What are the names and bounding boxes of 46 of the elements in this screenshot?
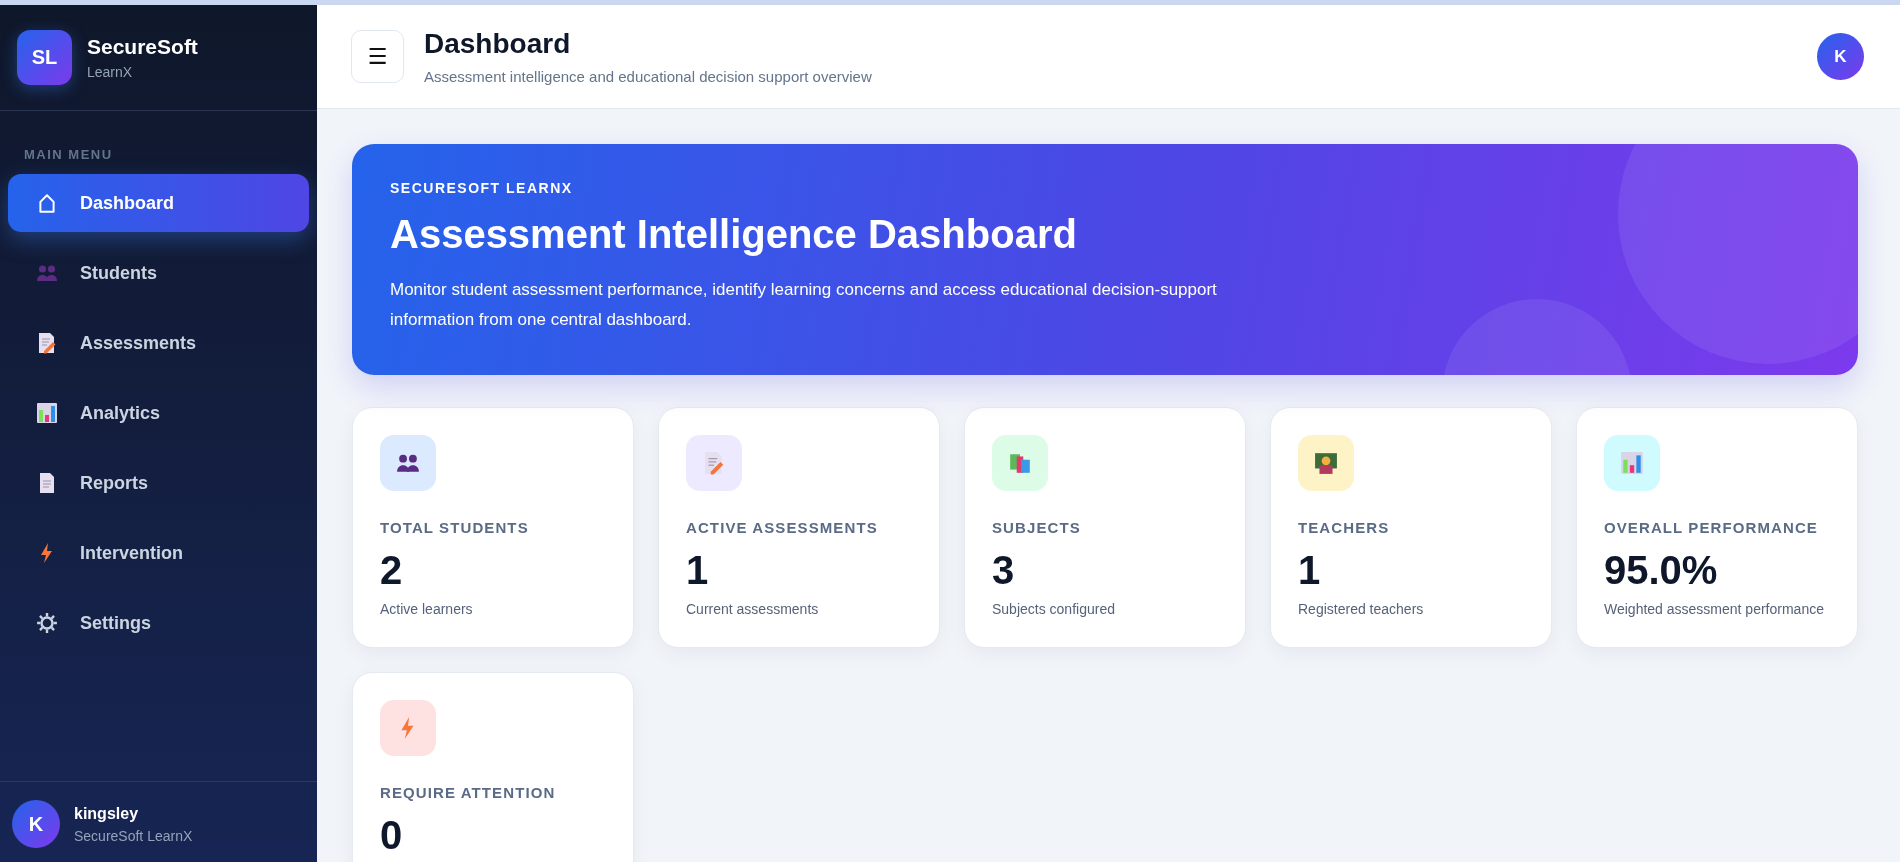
logo-badge: SL bbox=[17, 30, 72, 85]
menu-button[interactable]: ☰ bbox=[351, 30, 404, 83]
sidebar-item[interactable]: Intervention bbox=[8, 524, 309, 582]
settings-icon bbox=[36, 612, 58, 634]
home-icon bbox=[36, 192, 58, 214]
stat-label: REQUIRE ATTENTION bbox=[380, 783, 557, 801]
stat-value: 2 bbox=[380, 547, 404, 593]
sidebar-item[interactable]: Reports bbox=[8, 454, 309, 512]
sidebar-item[interactable]: Analytics bbox=[8, 384, 309, 442]
stat-value: 0 bbox=[380, 812, 404, 858]
sidebar-item[interactable]: Assessments bbox=[8, 314, 309, 372]
hero-description: Monitor student assessment performance, identify learning concerns and access educational decision-support information from one central dashboard. bbox=[390, 279, 1218, 331]
stat-value: 1 bbox=[686, 547, 710, 593]
stat-note: Current assessments bbox=[686, 600, 820, 617]
stat-label: ACTIVE ASSESSMENTS bbox=[686, 518, 879, 536]
stat-label: TOTAL STUDENTS bbox=[380, 518, 530, 536]
stat-note: Registered teachers bbox=[1298, 600, 1425, 617]
stat-value: 3 bbox=[992, 547, 1016, 593]
stat-value: 95.0% bbox=[1604, 547, 1719, 593]
stat-label: OVERALL PERFORMANCE bbox=[1604, 518, 1819, 536]
hero-eyebrow: SECURESOFT LEARNX bbox=[390, 180, 574, 196]
brand-name: SecureSoft bbox=[87, 35, 198, 59]
hero-title: Assessment Intelligence Dashboard bbox=[390, 212, 1078, 257]
stat-label: SUBJECTS bbox=[992, 518, 1082, 536]
user-avatar[interactable]: K bbox=[1817, 33, 1864, 80]
stat-note: Weighted assessment performance bbox=[1604, 600, 1825, 617]
section-heading: MAIN MENU bbox=[23, 146, 114, 164]
stat-note: Active learners bbox=[380, 600, 474, 617]
user-avatar[interactable]: K bbox=[12, 800, 60, 848]
bar-chart-icon bbox=[1620, 450, 1644, 475]
teacher-icon bbox=[1314, 450, 1338, 475]
page-subtitle: Assessment intelligence and educational decision support overview bbox=[424, 68, 873, 85]
page-title: Dashboard bbox=[424, 28, 572, 60]
user-name: kingsley bbox=[74, 804, 140, 823]
user-organization: SecureSoft LearnX bbox=[74, 827, 193, 844]
stat-value: 1 bbox=[1298, 547, 1322, 593]
sidebar-item[interactable]: Dashboard bbox=[8, 174, 309, 232]
people-icon bbox=[36, 262, 58, 284]
sidebar-item[interactable]: Settings bbox=[8, 594, 309, 652]
sidebar-item[interactable]: Students bbox=[8, 244, 309, 302]
stat-note: Subjects configured bbox=[992, 600, 1116, 617]
stat-label: TEACHERS bbox=[1298, 518, 1391, 536]
bar-chart-icon bbox=[36, 402, 58, 424]
memo-pencil-icon bbox=[702, 450, 726, 475]
brand-subtitle: LearnX bbox=[87, 64, 134, 80]
memo-pencil-icon bbox=[36, 332, 58, 354]
